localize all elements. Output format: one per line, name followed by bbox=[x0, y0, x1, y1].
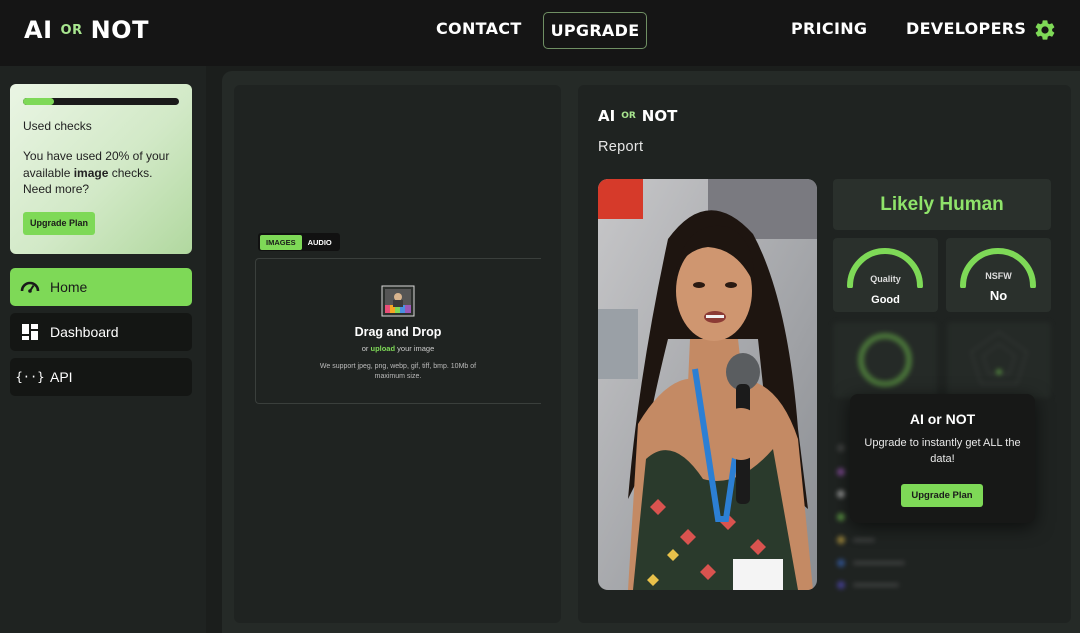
code-braces-icon: {··} bbox=[15, 370, 45, 384]
sidebar-upgrade-plan-button[interactable]: Upgrade Plan bbox=[23, 211, 95, 235]
nav-developers-link[interactable]: DEVELOPERS bbox=[906, 19, 1026, 38]
tab-images[interactable]: IMAGES bbox=[260, 234, 302, 250]
sidebar: Used checks You have used 20% of your av… bbox=[0, 66, 206, 633]
blurred-ai-score-card bbox=[833, 322, 937, 398]
gear-icon[interactable] bbox=[1033, 18, 1057, 42]
sidebar-item-home[interactable]: Home bbox=[10, 268, 192, 306]
quality-value: Good bbox=[871, 294, 900, 306]
blurred-row bbox=[837, 559, 1049, 567]
upgrade-modal: AI or NOT Upgrade to instantly get ALL t… bbox=[850, 394, 1035, 523]
sidebar-item-dashboard[interactable]: Dashboard bbox=[10, 313, 192, 351]
analyzed-image bbox=[598, 179, 817, 590]
blurred-row bbox=[837, 536, 1049, 544]
nav-contact-link[interactable]: CONTACT bbox=[436, 19, 522, 38]
quality-gauge-card: Quality Good bbox=[833, 238, 938, 312]
quality-label: Quality bbox=[870, 274, 901, 284]
dashboard-icon bbox=[20, 322, 40, 342]
nsfw-label: NSFW bbox=[985, 271, 1012, 281]
usage-progress-fill bbox=[23, 98, 55, 105]
upload-link[interactable]: upload bbox=[370, 344, 395, 353]
brand-logo[interactable]: AI OR NOT bbox=[24, 16, 149, 44]
report-logo-or: OR bbox=[621, 111, 636, 121]
usage-card: Used checks You have used 20% of your av… bbox=[10, 84, 192, 254]
nsfw-value: No bbox=[989, 288, 1008, 303]
dropzone-sub-end: your image bbox=[395, 344, 435, 353]
sidebar-item-api[interactable]: {··} API bbox=[10, 358, 192, 396]
top-navbar: AI OR NOT CONTACT UPGRADE PRICING DEVELO… bbox=[0, 0, 1080, 66]
nsfw-gauge-card: NSFW No bbox=[946, 238, 1051, 312]
modal-title: AI or NOT bbox=[909, 411, 976, 427]
modal-upgrade-plan-button[interactable]: Upgrade Plan bbox=[901, 484, 983, 507]
report-logo-not: NOT bbox=[641, 107, 678, 125]
logo-or: OR bbox=[60, 22, 83, 38]
dropzone-subtitle: or upload your image bbox=[255, 344, 541, 353]
sidebar-item-label: Home bbox=[50, 279, 88, 295]
verdict-badge: Likely Human bbox=[833, 179, 1051, 230]
image-upload-icon bbox=[381, 285, 415, 317]
usage-description: You have used 20% of your available imag… bbox=[23, 148, 179, 198]
tab-audio[interactable]: AUDIO bbox=[302, 235, 338, 250]
sidebar-item-label: Dashboard bbox=[50, 324, 119, 340]
nav-upgrade-button[interactable]: UPGRADE bbox=[543, 12, 647, 49]
usage-text-bold: image bbox=[73, 165, 109, 180]
logo-ai: AI bbox=[24, 16, 53, 44]
report-logo: AI OR NOT bbox=[598, 107, 677, 125]
usage-progress-bar bbox=[23, 98, 179, 105]
nsfw-gauge-icon bbox=[960, 248, 1036, 288]
report-title: Report bbox=[598, 139, 644, 155]
nav-pricing-link[interactable]: PRICING bbox=[791, 19, 867, 38]
supported-formats-note: We support jpeg, png, webp, gif, tiff, b… bbox=[319, 363, 477, 380]
usage-label: Used checks bbox=[23, 119, 92, 133]
sidebar-item-label: API bbox=[50, 369, 73, 385]
blurred-radar-card bbox=[947, 322, 1051, 398]
media-type-tabs: IMAGES AUDIO bbox=[258, 233, 340, 251]
speedometer-icon bbox=[20, 277, 40, 297]
dropzone-title: Drag and Drop bbox=[354, 325, 442, 339]
report-logo-ai: AI bbox=[598, 107, 616, 125]
modal-text: Upgrade to instantly get ALL the data! bbox=[864, 437, 1021, 465]
blurred-row bbox=[837, 581, 1049, 589]
logo-not: NOT bbox=[90, 16, 149, 44]
